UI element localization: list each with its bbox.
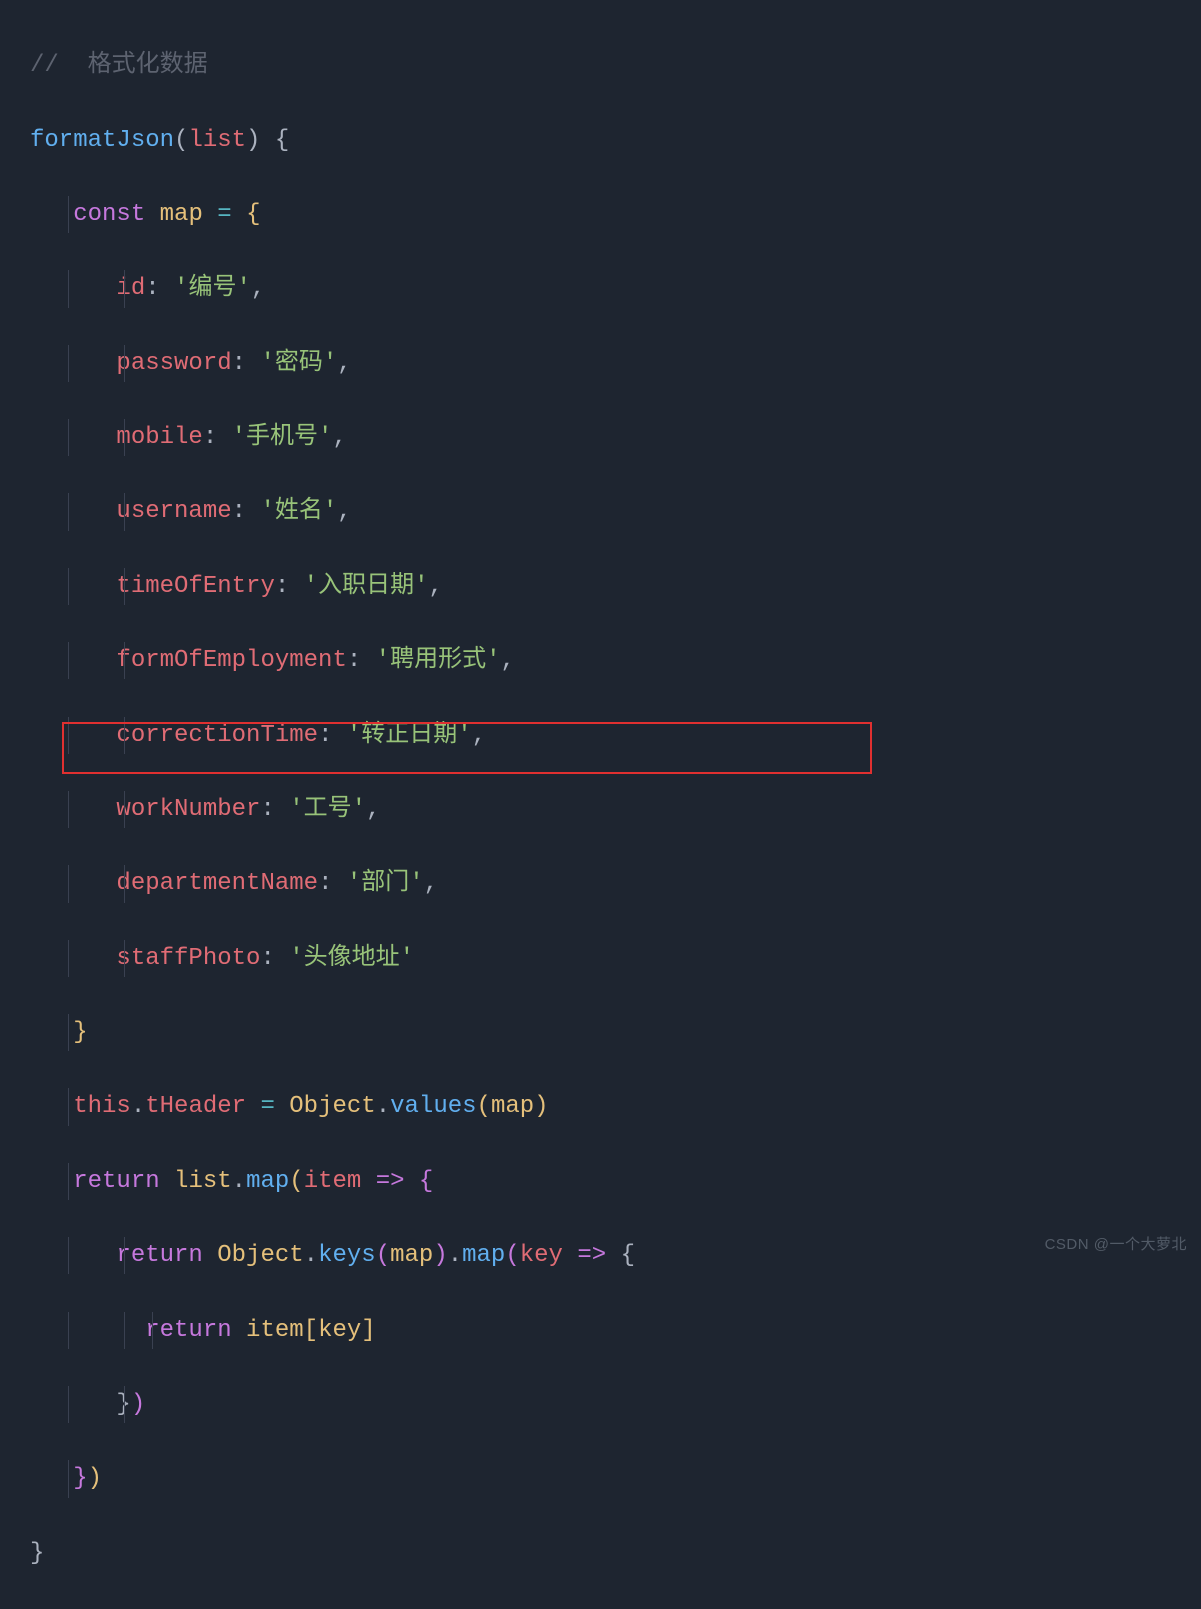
arg-map: map: [390, 1242, 433, 1269]
code-line: id: '编号',: [30, 270, 1201, 307]
keyword-return: return: [116, 1242, 202, 1269]
method-map: map: [246, 1168, 289, 1195]
prop-value: '编号': [174, 275, 251, 302]
code-line: }): [30, 1460, 1201, 1497]
code-line: mobile: '手机号',: [30, 419, 1201, 456]
prop-key: mobile: [116, 424, 202, 451]
prop-key: password: [116, 350, 231, 377]
code-line: this.tHeader = Object.values(map): [30, 1088, 1201, 1125]
method-keys: keys: [318, 1242, 376, 1269]
prop-value: '转正日期': [347, 722, 472, 749]
code-line: }: [30, 1014, 1201, 1051]
member-tHeader: tHeader: [145, 1093, 246, 1120]
prop-key: username: [116, 498, 231, 525]
method-map: map: [462, 1242, 505, 1269]
code-line: return item[key]: [30, 1312, 1201, 1349]
method-values: values: [390, 1093, 476, 1120]
code-line: correctionTime: '转正日期',: [30, 717, 1201, 754]
keyword-const: const: [73, 201, 145, 228]
comment-text: // 格式化数据: [30, 52, 208, 79]
code-line: formatJson(list) {: [30, 122, 1201, 159]
code-line: staffPhoto: '头像地址': [30, 940, 1201, 977]
code-line: const map = {: [30, 196, 1201, 233]
function-name: formatJson: [30, 127, 174, 154]
keyword-return: return: [73, 1168, 159, 1195]
prop-key: staffPhoto: [116, 945, 260, 972]
code-block: // 格式化数据 formatJson(list) { const map = …: [0, 10, 1201, 1609]
code-line: // 格式化数据: [30, 47, 1201, 84]
this-keyword: this: [73, 1093, 131, 1120]
code-line: }): [30, 1386, 1201, 1423]
object-global: Object: [289, 1093, 375, 1120]
prop-key: id: [116, 275, 145, 302]
code-line: timeOfEntry: '入职日期',: [30, 568, 1201, 605]
var-list: list: [174, 1168, 232, 1195]
code-line: departmentName: '部门',: [30, 865, 1201, 902]
code-line: username: '姓名',: [30, 493, 1201, 530]
var-key: key: [318, 1317, 361, 1344]
prop-value: '头像地址': [289, 945, 414, 972]
prop-key: formOfEmployment: [116, 647, 346, 674]
object-global: Object: [217, 1242, 303, 1269]
prop-value: '聘用形式': [376, 647, 501, 674]
code-line: }: [30, 1535, 1201, 1572]
prop-value: '姓名': [260, 498, 337, 525]
prop-key: correctionTime: [116, 722, 318, 749]
param: list: [188, 127, 246, 154]
code-line: workNumber: '工号',: [30, 791, 1201, 828]
prop-value: '手机号': [232, 424, 333, 451]
prop-key: workNumber: [116, 796, 260, 823]
keyword-return: return: [145, 1317, 231, 1344]
prop-value: '入职日期': [304, 573, 429, 600]
prop-key: departmentName: [116, 870, 318, 897]
prop-value: '密码': [260, 350, 337, 377]
param-key: key: [520, 1242, 563, 1269]
watermark: CSDN @一个大萝北: [1045, 1233, 1187, 1256]
code-line: return list.map(item => {: [30, 1163, 1201, 1200]
prop-value: '工号': [289, 796, 366, 823]
var-map: map: [160, 201, 203, 228]
arg-map: map: [491, 1093, 534, 1120]
code-line: password: '密码',: [30, 345, 1201, 382]
code-line: return Object.keys(map).map(key => {: [30, 1237, 1201, 1274]
var-item: item: [246, 1317, 304, 1344]
prop-value: '部门': [347, 870, 424, 897]
prop-key: timeOfEntry: [116, 573, 274, 600]
param-item: item: [304, 1168, 362, 1195]
code-line: formOfEmployment: '聘用形式',: [30, 642, 1201, 679]
